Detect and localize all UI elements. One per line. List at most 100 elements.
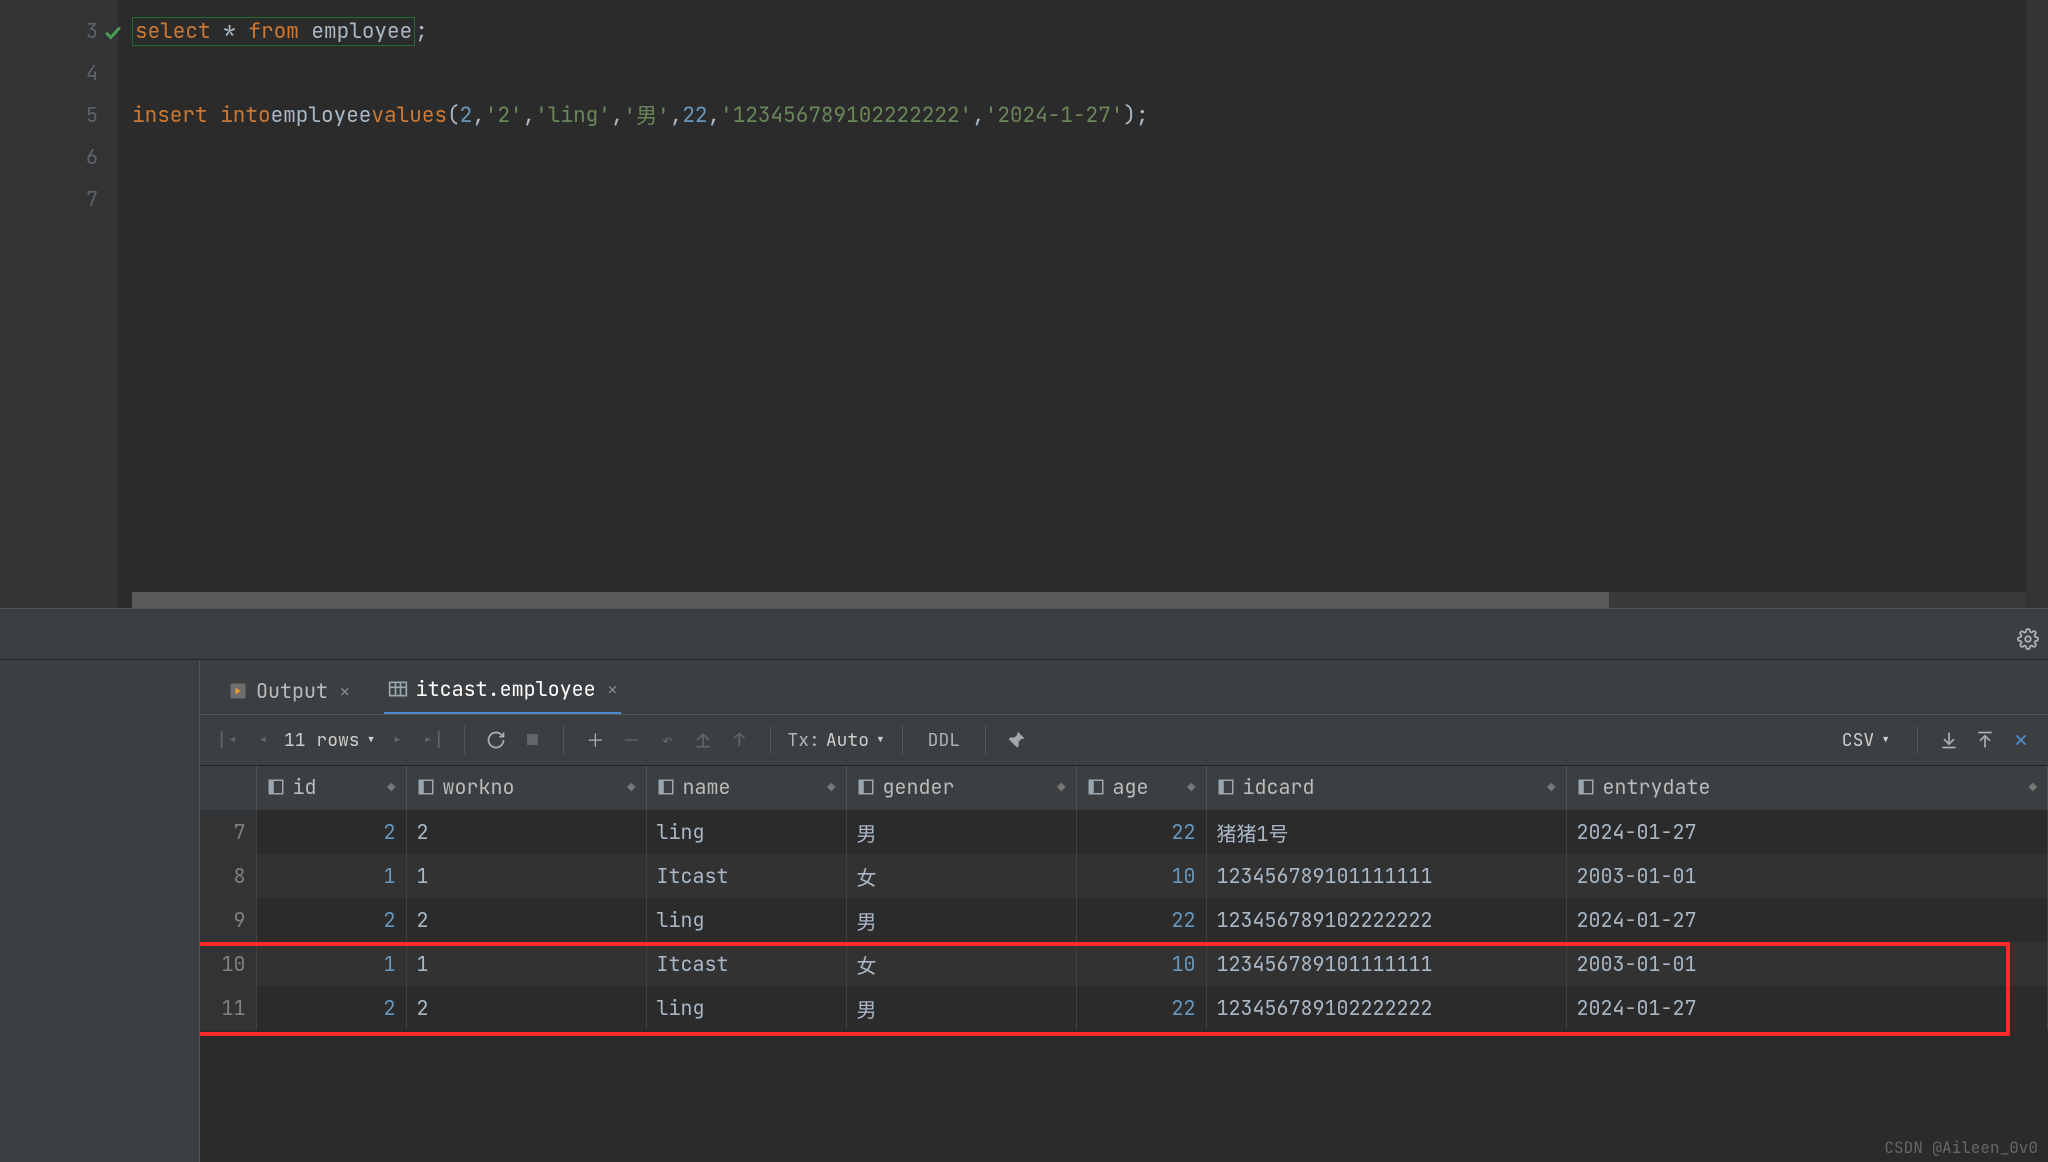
tab-result-table[interactable]: itcast.employee ✕ <box>384 666 622 714</box>
editor-hscrollbar[interactable] <box>132 592 2026 608</box>
cell-name[interactable]: ling <box>646 898 846 942</box>
add-row-icon[interactable]: ＋ <box>580 725 610 755</box>
cell-id[interactable]: 1 <box>256 854 406 898</box>
cell-entrydate[interactable]: 2003-01-01 <box>1566 854 2048 898</box>
tab-label: Output <box>256 678 328 704</box>
sort-icon[interactable]: ◆ <box>387 779 395 797</box>
chevron-down-icon: ▾ <box>875 729 886 752</box>
cell-entrydate[interactable]: 2003-01-01 <box>1566 942 2048 986</box>
cell-workno[interactable]: 2 <box>406 898 646 942</box>
cell-workno[interactable]: 1 <box>406 854 646 898</box>
cell-idcard[interactable]: 123456789101111111 <box>1206 942 1566 986</box>
sql-editor[interactable]: 3 4 5 6 7 select * from employee; insert… <box>0 0 2048 608</box>
editor-gutter: 3 4 5 6 7 <box>18 0 118 608</box>
result-grid[interactable]: id◆ workno◆ name◆ gender◆ age◆ idcard◆ e… <box>200 766 2048 1162</box>
code-area[interactable]: select * from employee; insert into empl… <box>118 0 2026 608</box>
cell-gender[interactable]: 女 <box>846 942 1076 986</box>
submit-icon[interactable]: ↑ <box>724 725 754 755</box>
sql-string: '123456789102222222' <box>720 102 972 129</box>
cell-age[interactable]: 22 <box>1076 810 1206 854</box>
column-header-age[interactable]: age◆ <box>1076 766 1206 810</box>
reload-icon[interactable] <box>481 725 511 755</box>
table-row[interactable]: 722ling男22猪猪1号2024-01-27 <box>200 810 2048 854</box>
sort-icon[interactable]: ◆ <box>1187 779 1195 797</box>
download-icon[interactable] <box>1934 725 1964 755</box>
sort-icon[interactable]: ◆ <box>827 779 835 797</box>
column-header-idcard[interactable]: idcard◆ <box>1206 766 1566 810</box>
cell-workno[interactable]: 2 <box>406 986 646 1030</box>
table-row[interactable]: 922ling男221234567891022222222024-01-27 <box>200 898 2048 942</box>
splitter-bar[interactable] <box>0 608 2048 660</box>
prev-page-icon[interactable]: ◂ <box>248 725 278 755</box>
sort-icon[interactable]: ◆ <box>2029 779 2037 797</box>
pin-icon[interactable] <box>1002 725 1032 755</box>
cell-id[interactable]: 1 <box>256 942 406 986</box>
column-icon <box>1577 778 1595 796</box>
editor-scrollbar[interactable] <box>2026 0 2048 608</box>
cell-entrydate[interactable]: 2024-01-27 <box>1566 986 2048 1030</box>
cell-age[interactable]: 22 <box>1076 986 1206 1030</box>
column-header-entrydate[interactable]: entrydate◆ <box>1566 766 2048 810</box>
cell-gender[interactable]: 男 <box>846 810 1076 854</box>
cell-id[interactable]: 2 <box>256 810 406 854</box>
row-number-header <box>200 766 256 810</box>
close-icon[interactable]: ✕ <box>608 679 618 700</box>
cell-name[interactable]: ling <box>646 810 846 854</box>
comma: , <box>523 102 536 129</box>
cell-idcard[interactable]: 123456789101111111 <box>1206 854 1566 898</box>
comma: , <box>611 102 624 129</box>
tab-output[interactable]: Output ✕ <box>224 668 354 714</box>
row-number: 7 <box>200 810 256 854</box>
cell-idcard[interactable]: 猪猪1号 <box>1206 810 1566 854</box>
cell-idcard[interactable]: 123456789102222222 <box>1206 898 1566 942</box>
kw-from: from <box>248 18 298 45</box>
cell-name[interactable]: Itcast <box>646 942 846 986</box>
tab-label: itcast.employee <box>416 676 596 702</box>
cell-name[interactable]: Itcast <box>646 854 846 898</box>
comma: , <box>972 102 985 129</box>
delete-row-icon[interactable]: － <box>616 725 646 755</box>
cell-age[interactable]: 10 <box>1076 942 1206 986</box>
compare-icon[interactable] <box>2006 725 2036 755</box>
revert-icon[interactable]: ↶ <box>652 725 682 755</box>
ddl-button[interactable]: DDL <box>919 725 969 755</box>
cell-workno[interactable]: 1 <box>406 942 646 986</box>
column-header-id[interactable]: id◆ <box>256 766 406 810</box>
close-icon[interactable]: ✕ <box>340 681 350 702</box>
cell-entrydate[interactable]: 2024-01-27 <box>1566 810 2048 854</box>
column-header-workno[interactable]: workno◆ <box>406 766 646 810</box>
upload-icon[interactable] <box>1970 725 2000 755</box>
cell-id[interactable]: 2 <box>256 898 406 942</box>
line-number: 3 <box>86 18 98 44</box>
sort-icon[interactable]: ◆ <box>1057 779 1065 797</box>
stop-icon[interactable]: ■ <box>517 725 547 755</box>
cell-gender[interactable]: 男 <box>846 898 1076 942</box>
column-header-gender[interactable]: gender◆ <box>846 766 1076 810</box>
cell-name[interactable]: ling <box>646 986 846 1030</box>
cell-age[interactable]: 22 <box>1076 898 1206 942</box>
cell-gender[interactable]: 男 <box>846 986 1076 1030</box>
star: * <box>211 18 249 45</box>
cell-gender[interactable]: 女 <box>846 854 1076 898</box>
cell-entrydate[interactable]: 2024-01-27 <box>1566 898 2048 942</box>
cell-workno[interactable]: 2 <box>406 810 646 854</box>
cell-id[interactable]: 2 <box>256 986 406 1030</box>
column-header-name[interactable]: name◆ <box>646 766 846 810</box>
commit-icon[interactable] <box>688 725 718 755</box>
table-row[interactable]: 1122ling男221234567891022222222024-01-27 <box>200 986 2048 1030</box>
gear-icon[interactable] <box>2008 619 2048 659</box>
table-row[interactable]: 1011Itcast女101234567891011111112003-01-0… <box>200 942 2048 986</box>
csv-label: CSV <box>1842 729 1874 752</box>
export-format-dropdown[interactable]: CSV ▾ <box>1842 729 1891 752</box>
next-page-icon[interactable]: ▸ <box>382 725 412 755</box>
comma: , <box>472 102 485 129</box>
first-page-icon[interactable]: |◂ <box>212 725 242 755</box>
row-count-dropdown[interactable]: 11 rows ▾ <box>284 729 376 752</box>
last-page-icon[interactable]: ▸| <box>418 725 448 755</box>
table-row[interactable]: 811Itcast女101234567891011111112003-01-01 <box>200 854 2048 898</box>
sort-icon[interactable]: ◆ <box>627 779 635 797</box>
sort-icon[interactable]: ◆ <box>1547 779 1555 797</box>
cell-idcard[interactable]: 123456789102222222 <box>1206 986 1566 1030</box>
tx-mode-dropdown[interactable]: Auto ▾ <box>826 729 886 752</box>
cell-age[interactable]: 10 <box>1076 854 1206 898</box>
